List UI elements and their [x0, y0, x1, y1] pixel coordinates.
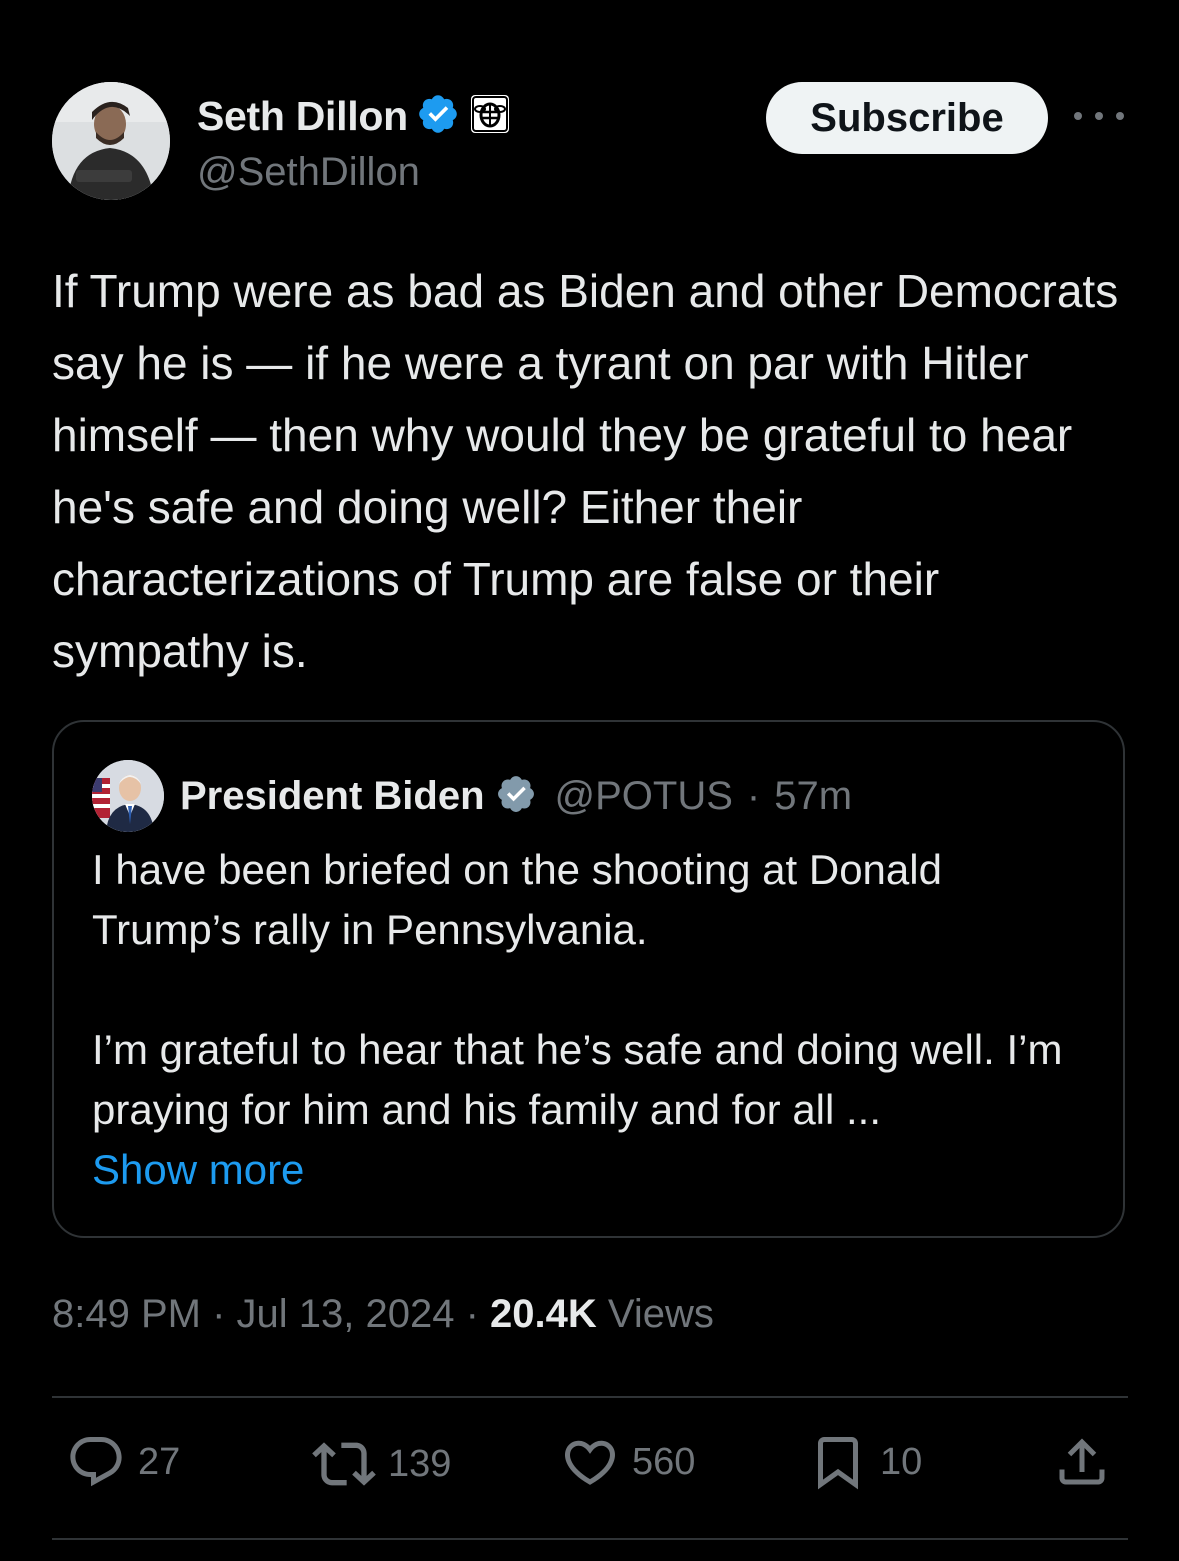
meta-separator: ·: [454, 1292, 491, 1336]
quoted-tweet-card[interactable]: President Biden @POTUS · 57m I have been…: [52, 720, 1125, 1238]
share-icon: [1059, 1438, 1105, 1485]
tweet-meta: 8:49 PM · Jul 13, 2024 · 20.4K Views: [52, 1292, 714, 1337]
repost-icon: [312, 1442, 376, 1486]
meta-separator: ·: [200, 1292, 237, 1336]
quoted-author-avatar[interactable]: [92, 760, 164, 832]
author-name[interactable]: Seth Dillon: [197, 93, 408, 140]
subscribe-button[interactable]: Subscribe: [766, 82, 1048, 154]
tweet-header: Seth Dillon @SethDillon Subscribe: [52, 82, 1127, 204]
quoted-author-name[interactable]: President Biden: [180, 774, 485, 819]
meta-separator: ·: [746, 773, 761, 818]
views-count[interactable]: 20.4K: [490, 1292, 597, 1336]
bookmark-button[interactable]: 10: [808, 1432, 922, 1492]
divider: [52, 1396, 1128, 1398]
quoted-timestamp[interactable]: 57m: [774, 774, 852, 819]
more-options-icon[interactable]: [1074, 96, 1124, 136]
action-bar: 27 139 560 10: [0, 1432, 1179, 1512]
tweet-text: If Trump were as bad as Biden and other …: [52, 265, 1119, 677]
divider: [52, 1538, 1128, 1540]
show-more-link[interactable]: Show more: [92, 1140, 1102, 1200]
like-count: 560: [632, 1440, 696, 1483]
quoted-paragraph-2: I’m grateful to hear that he’s safe and …: [92, 1026, 1063, 1133]
quoted-paragraph-1: I have been briefed on the shooting at D…: [92, 846, 942, 953]
quoted-tweet-text: I have been briefed on the shooting at D…: [92, 840, 1102, 1200]
repost-count: 139: [388, 1442, 452, 1485]
reply-button[interactable]: 27: [66, 1432, 180, 1492]
repost-button[interactable]: 139: [312, 1432, 451, 1496]
bookmark-icon: [818, 1437, 858, 1490]
share-button[interactable]: [1052, 1432, 1112, 1492]
author-handle[interactable]: @SethDillon: [197, 150, 420, 195]
like-button[interactable]: 560: [560, 1432, 695, 1492]
views-label: Views: [596, 1292, 714, 1336]
tweet-time[interactable]: 8:49 PM: [52, 1292, 201, 1336]
verified-badge-icon: [416, 92, 460, 141]
author-avatar[interactable]: [52, 82, 170, 200]
author-name-row: Seth Dillon: [197, 92, 512, 141]
government-badge-icon: [495, 773, 537, 820]
heart-icon: [564, 1440, 616, 1485]
tweet-date[interactable]: Jul 13, 2024: [237, 1292, 455, 1336]
quoted-author-handle[interactable]: @POTUS: [555, 774, 733, 819]
bookmark-count: 10: [880, 1440, 923, 1483]
babylon-bee-badge-icon[interactable]: [468, 92, 512, 141]
reply-icon: [70, 1437, 122, 1487]
quoted-tweet-header: President Biden @POTUS · 57m: [92, 760, 852, 832]
reply-count: 27: [138, 1440, 181, 1483]
